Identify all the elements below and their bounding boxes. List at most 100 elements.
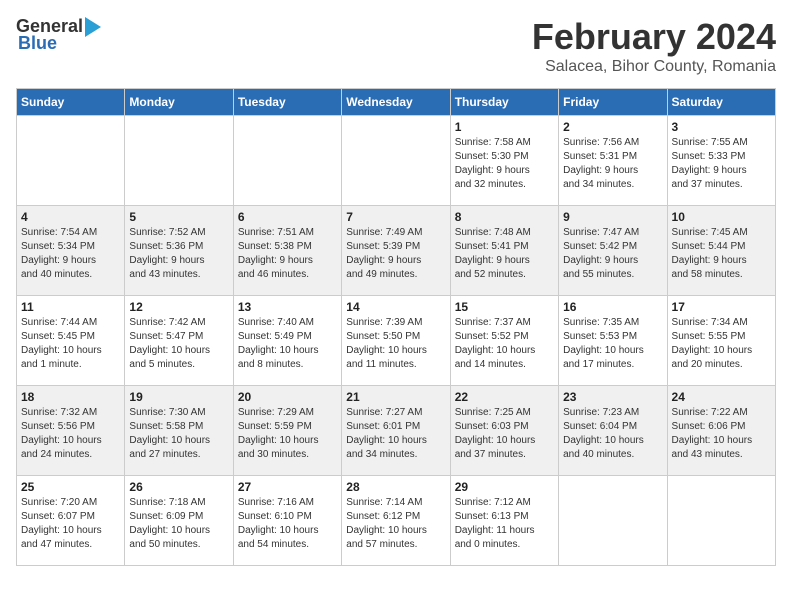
weekday-header-monday: Monday — [125, 89, 233, 116]
day-info: Sunrise: 7:35 AM Sunset: 5:53 PM Dayligh… — [563, 316, 662, 372]
week-row-1: 1 Sunrise: 7:58 AM Sunset: 5:30 PM Daylig… — [17, 116, 776, 206]
day-info: Sunrise: 7:14 AM Sunset: 6:12 PM Dayligh… — [346, 496, 445, 552]
calendar-cell: 6 Sunrise: 7:51 AM Sunset: 5:38 PM Daylig… — [233, 206, 341, 296]
day-info: Sunrise: 7:34 AM Sunset: 5:55 PM Dayligh… — [672, 316, 771, 372]
day-number: 16 — [563, 300, 662, 314]
calendar-cell: 26 Sunrise: 7:18 AM Sunset: 6:09 PM Dayli… — [125, 476, 233, 566]
page-header: General Blue February 2024 Salacea, Biho… — [16, 16, 776, 76]
day-number: 7 — [346, 210, 445, 224]
day-number: 4 — [21, 210, 120, 224]
day-info: Sunrise: 7:27 AM Sunset: 6:01 PM Dayligh… — [346, 406, 445, 462]
day-number: 14 — [346, 300, 445, 314]
logo-blue-text: Blue — [18, 33, 57, 54]
day-number: 10 — [672, 210, 771, 224]
day-info: Sunrise: 7:44 AM Sunset: 5:45 PM Dayligh… — [21, 316, 120, 372]
calendar-cell: 23 Sunrise: 7:23 AM Sunset: 6:04 PM Dayli… — [559, 386, 667, 476]
day-number: 21 — [346, 390, 445, 404]
calendar-cell: 18 Sunrise: 7:32 AM Sunset: 5:56 PM Dayli… — [17, 386, 125, 476]
calendar-cell: 21 Sunrise: 7:27 AM Sunset: 6:01 PM Dayli… — [342, 386, 450, 476]
calendar-cell: 11 Sunrise: 7:44 AM Sunset: 5:45 PM Dayli… — [17, 296, 125, 386]
day-info: Sunrise: 7:16 AM Sunset: 6:10 PM Dayligh… — [238, 496, 337, 552]
day-number: 29 — [455, 480, 554, 494]
calendar-cell: 22Sunrise: 7:25 AM Sunset: 6:03 PM Dayli… — [450, 386, 558, 476]
title-section: February 2024 Salacea, Bihor County, Rom… — [532, 16, 776, 76]
day-info: Sunrise: 7:18 AM Sunset: 6:09 PM Dayligh… — [129, 496, 228, 552]
calendar-cell: 14 Sunrise: 7:39 AM Sunset: 5:50 PM Dayli… — [342, 296, 450, 386]
day-number: 25 — [21, 480, 120, 494]
calendar-cell: 7 Sunrise: 7:49 AM Sunset: 5:39 PM Daylig… — [342, 206, 450, 296]
day-number: 9 — [563, 210, 662, 224]
week-row-2: 4 Sunrise: 7:54 AM Sunset: 5:34 PM Daylig… — [17, 206, 776, 296]
calendar-cell: 1 Sunrise: 7:58 AM Sunset: 5:30 PM Daylig… — [450, 116, 558, 206]
subtitle: Salacea, Bihor County, Romania — [532, 58, 776, 76]
day-info: Sunrise: 7:42 AM Sunset: 5:47 PM Dayligh… — [129, 316, 228, 372]
logo: General Blue — [16, 16, 101, 54]
calendar-cell: 25Sunrise: 7:20 AM Sunset: 6:07 PM Dayli… — [17, 476, 125, 566]
calendar-cell: 3Sunrise: 7:55 AM Sunset: 5:33 PM Daylig… — [667, 116, 775, 206]
day-number: 27 — [238, 480, 337, 494]
day-info: Sunrise: 7:23 AM Sunset: 6:04 PM Dayligh… — [563, 406, 662, 462]
day-info: Sunrise: 7:22 AM Sunset: 6:06 PM Dayligh… — [672, 406, 771, 462]
calendar-cell: 27 Sunrise: 7:16 AM Sunset: 6:10 PM Dayli… — [233, 476, 341, 566]
calendar-cell: 4 Sunrise: 7:54 AM Sunset: 5:34 PM Daylig… — [17, 206, 125, 296]
weekday-header-friday: Friday — [559, 89, 667, 116]
day-number: 24 — [672, 390, 771, 404]
day-number: 13 — [238, 300, 337, 314]
day-number: 5 — [129, 210, 228, 224]
day-number: 18 — [21, 390, 120, 404]
day-number: 6 — [238, 210, 337, 224]
calendar-cell: 2Sunrise: 7:56 AM Sunset: 5:31 PM Daylig… — [559, 116, 667, 206]
week-row-3: 11 Sunrise: 7:44 AM Sunset: 5:45 PM Dayli… — [17, 296, 776, 386]
day-info: Sunrise: 7:51 AM Sunset: 5:38 PM Dayligh… — [238, 226, 337, 282]
day-number: 12 — [129, 300, 228, 314]
weekday-header-row: SundayMondayTuesdayWednesdayThursdayFrid… — [17, 89, 776, 116]
day-info: Sunrise: 7:45 AM Sunset: 5:44 PM Dayligh… — [672, 226, 771, 282]
week-row-5: 25Sunrise: 7:20 AM Sunset: 6:07 PM Dayli… — [17, 476, 776, 566]
weekday-header-thursday: Thursday — [450, 89, 558, 116]
day-number: 20 — [238, 390, 337, 404]
logo-arrow-icon — [85, 17, 101, 37]
day-info: Sunrise: 7:40 AM Sunset: 5:49 PM Dayligh… — [238, 316, 337, 372]
main-title: February 2024 — [532, 16, 776, 58]
day-number: 11 — [21, 300, 120, 314]
day-info: Sunrise: 7:47 AM Sunset: 5:42 PM Dayligh… — [563, 226, 662, 282]
day-number: 8 — [455, 210, 554, 224]
day-info: Sunrise: 7:32 AM Sunset: 5:56 PM Dayligh… — [21, 406, 120, 462]
day-info: Sunrise: 7:48 AM Sunset: 5:41 PM Dayligh… — [455, 226, 554, 282]
day-number: 17 — [672, 300, 771, 314]
calendar-cell: 8 Sunrise: 7:48 AM Sunset: 5:41 PM Daylig… — [450, 206, 558, 296]
day-number: 1 — [455, 120, 554, 134]
day-number: 26 — [129, 480, 228, 494]
calendar-cell: 29 Sunrise: 7:12 AM Sunset: 6:13 PM Dayli… — [450, 476, 558, 566]
calendar-cell: 24 Sunrise: 7:22 AM Sunset: 6:06 PM Dayli… — [667, 386, 775, 476]
calendar-cell — [125, 116, 233, 206]
calendar-cell — [17, 116, 125, 206]
calendar-cell: 19 Sunrise: 7:30 AM Sunset: 5:58 PM Dayli… — [125, 386, 233, 476]
day-number: 3 — [672, 120, 771, 134]
day-info: Sunrise: 7:12 AM Sunset: 6:13 PM Dayligh… — [455, 496, 554, 552]
day-number: 2 — [563, 120, 662, 134]
day-info: Sunrise: 7:54 AM Sunset: 5:34 PM Dayligh… — [21, 226, 120, 282]
calendar-cell — [559, 476, 667, 566]
day-info: Sunrise: 7:58 AM Sunset: 5:30 PM Dayligh… — [455, 136, 554, 192]
day-info: Sunrise: 7:30 AM Sunset: 5:58 PM Dayligh… — [129, 406, 228, 462]
day-number: 19 — [129, 390, 228, 404]
calendar-cell: 9 Sunrise: 7:47 AM Sunset: 5:42 PM Daylig… — [559, 206, 667, 296]
calendar-cell — [233, 116, 341, 206]
day-info: Sunrise: 7:49 AM Sunset: 5:39 PM Dayligh… — [346, 226, 445, 282]
calendar-cell: 28Sunrise: 7:14 AM Sunset: 6:12 PM Dayli… — [342, 476, 450, 566]
calendar-cell — [667, 476, 775, 566]
day-number: 23 — [563, 390, 662, 404]
calendar-cell: 12 Sunrise: 7:42 AM Sunset: 5:47 PM Dayli… — [125, 296, 233, 386]
week-row-4: 18 Sunrise: 7:32 AM Sunset: 5:56 PM Dayli… — [17, 386, 776, 476]
calendar-cell — [342, 116, 450, 206]
day-info: Sunrise: 7:39 AM Sunset: 5:50 PM Dayligh… — [346, 316, 445, 372]
weekday-header-tuesday: Tuesday — [233, 89, 341, 116]
weekday-header-sunday: Sunday — [17, 89, 125, 116]
calendar-cell: 16 Sunrise: 7:35 AM Sunset: 5:53 PM Dayli… — [559, 296, 667, 386]
calendar-cell: 17 Sunrise: 7:34 AM Sunset: 5:55 PM Dayli… — [667, 296, 775, 386]
weekday-header-wednesday: Wednesday — [342, 89, 450, 116]
calendar-table: SundayMondayTuesdayWednesdayThursdayFrid… — [16, 88, 776, 566]
day-info: Sunrise: 7:52 AM Sunset: 5:36 PM Dayligh… — [129, 226, 228, 282]
calendar-cell: 15Sunrise: 7:37 AM Sunset: 5:52 PM Dayli… — [450, 296, 558, 386]
